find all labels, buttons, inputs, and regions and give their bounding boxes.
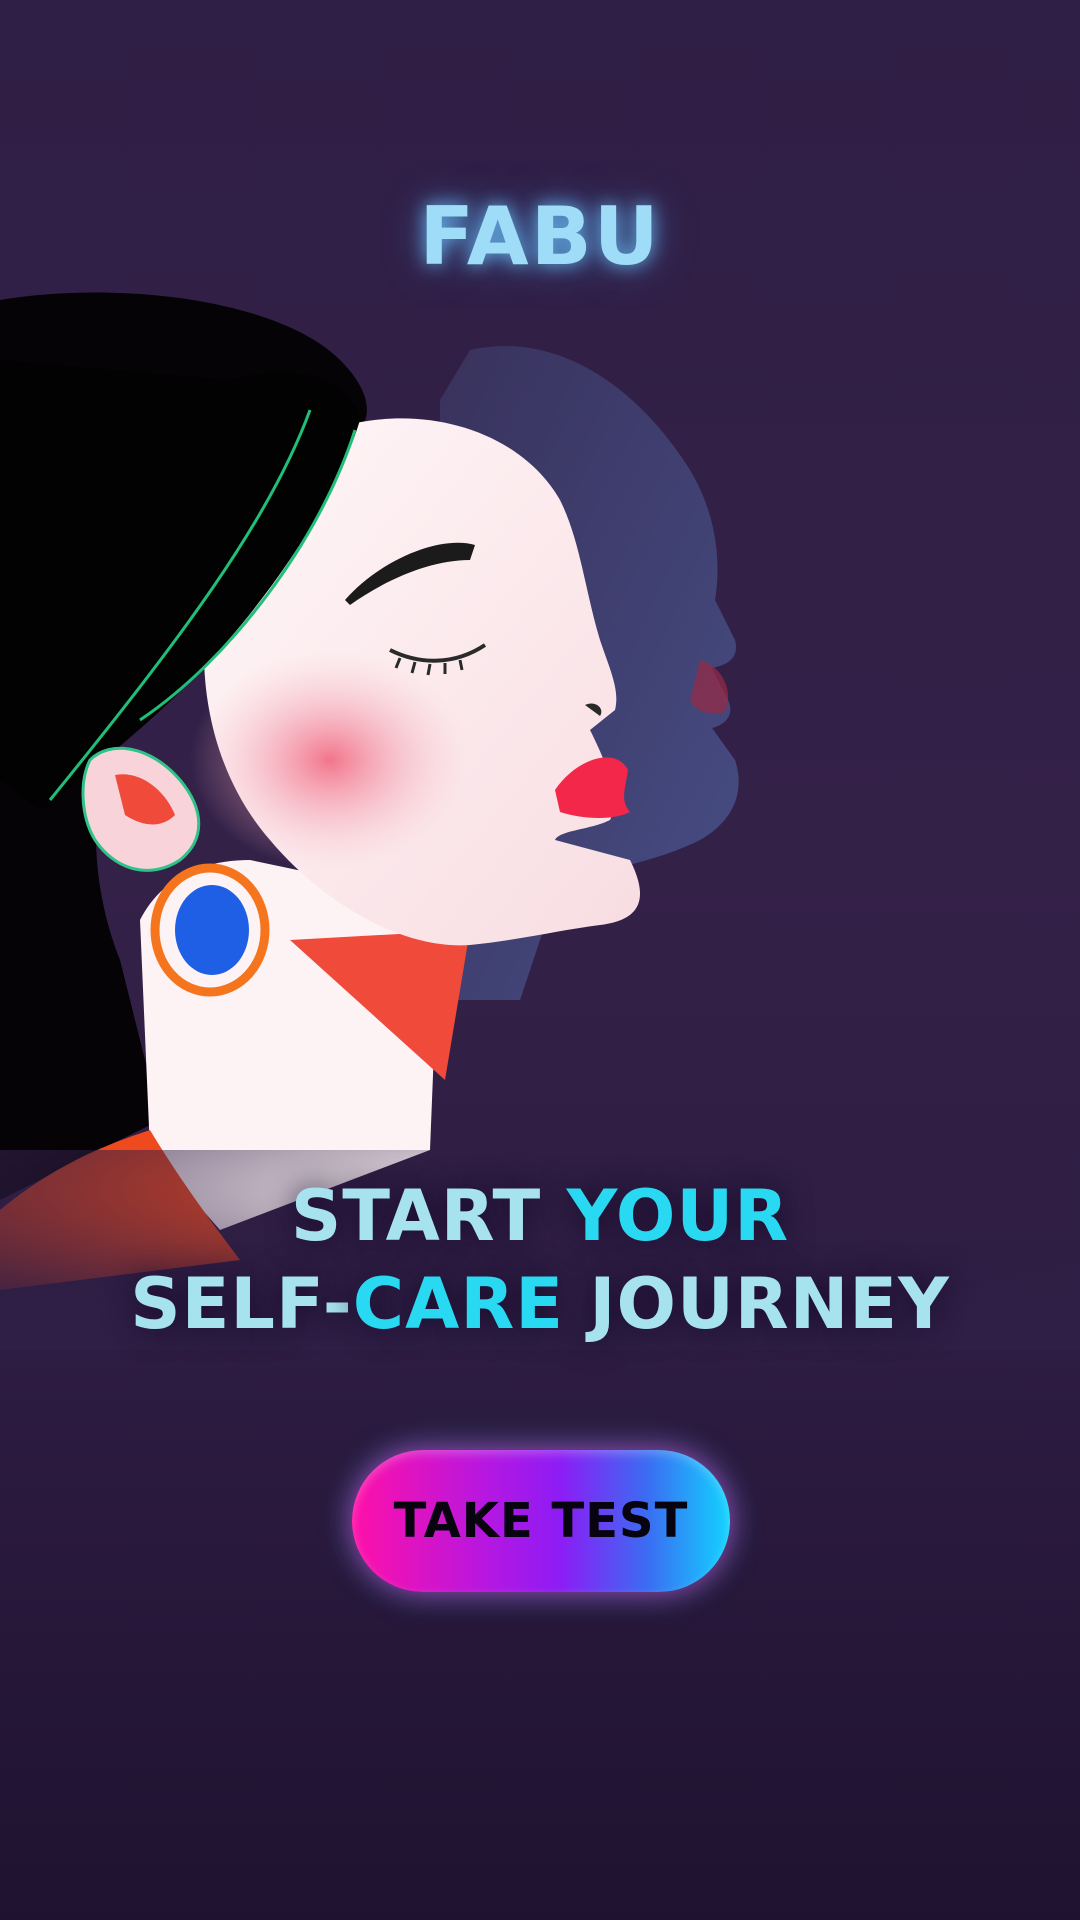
app-logo: FABU	[419, 190, 661, 283]
headline-line-2: SELF-CARE JOURNEY	[0, 1260, 1080, 1348]
headline-accent-text: CARE	[352, 1263, 565, 1345]
woman-profile-illustration	[0, 292, 1080, 1350]
headline-line-1: START YOUR	[0, 1172, 1080, 1260]
headline-text: SELF-	[130, 1263, 353, 1345]
take-test-button[interactable]: TAKE TEST	[352, 1450, 730, 1592]
headline-accent-text: YOUR	[566, 1175, 790, 1257]
headline-text: JOURNEY	[564, 1263, 950, 1345]
take-test-button-wrapper: TAKE TEST	[352, 1450, 730, 1592]
headline-text: START	[290, 1175, 567, 1257]
onboarding-screen: FABU START YOUR SELF-CARE JOURNEY TAKE T…	[0, 0, 1080, 1920]
hero-headline: START YOUR SELF-CARE JOURNEY	[0, 1172, 1080, 1348]
